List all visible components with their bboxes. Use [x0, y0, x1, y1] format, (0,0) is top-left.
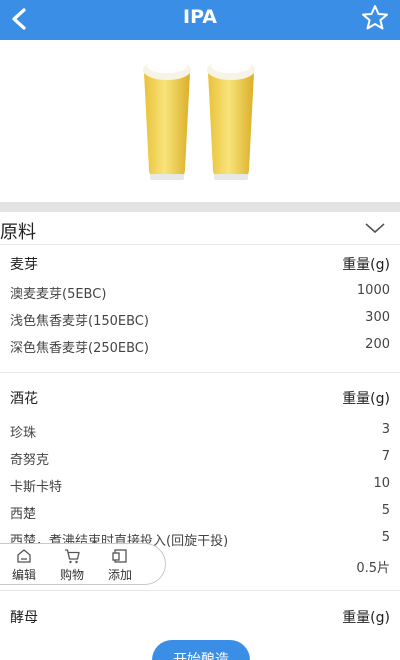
cart-icon	[65, 549, 80, 564]
list-item: 澳麦麦芽(5EBC) 1000	[10, 281, 390, 303]
item-value: 5	[381, 530, 390, 545]
yeast-title: 酵母	[10, 610, 38, 626]
edit-button[interactable]: 编辑	[6, 547, 42, 583]
add-note-icon	[112, 549, 127, 563]
add-button[interactable]: 添加	[102, 547, 138, 583]
ingredients-header[interactable]: 原料	[0, 214, 400, 244]
item-name: 奇努克	[10, 453, 50, 468]
beer-image-area	[0, 40, 400, 202]
ingredients-title: 原料	[0, 222, 36, 243]
list-item: 奇努克 7	[10, 447, 390, 469]
divider	[0, 244, 400, 245]
item-value: 3	[381, 422, 390, 437]
top-bar: IPA	[0, 0, 400, 40]
item-name: 浅色焦香麦芽(150EBC)	[10, 314, 149, 329]
item-name: 西楚	[10, 507, 37, 522]
list-item: 西楚 5	[10, 501, 390, 523]
item-value: 200	[365, 337, 390, 352]
hops-unit: 重量(g)	[342, 391, 390, 407]
floating-toolbar: 编辑 购物 添加	[0, 543, 166, 585]
divider	[0, 590, 400, 591]
start-brewing-button[interactable]: 开始酿造	[152, 640, 250, 660]
section-separator	[0, 202, 400, 212]
item-value: 10	[373, 476, 390, 491]
item-value: 5	[381, 503, 390, 518]
shop-button[interactable]: 购物	[54, 547, 90, 583]
item-value: 300	[365, 310, 390, 325]
item-name: 深色焦香麦芽(250EBC)	[10, 341, 149, 356]
divider	[0, 372, 400, 373]
item-name: 澳麦麦芽(5EBC)	[10, 287, 107, 302]
item-value: 7	[381, 449, 390, 464]
item-name: 卡斯卡特	[10, 480, 63, 495]
add-label: 添加	[107, 568, 132, 582]
shop-label: 购物	[59, 568, 84, 582]
item-value: 1000	[356, 283, 390, 298]
yeast-unit: 重量(g)	[342, 610, 390, 626]
list-item: 珍珠 3	[10, 420, 390, 442]
edit-icon	[17, 549, 31, 563]
page-title: IPA	[183, 6, 217, 28]
list-item: 深色焦香麦芽(250EBC) 200	[10, 335, 390, 357]
hops-header: 酒花 重量(g)	[10, 386, 390, 408]
malt-unit: 重量(g)	[342, 257, 390, 273]
malt-title: 麦芽	[10, 257, 38, 273]
beer-glasses-image	[143, 59, 255, 180]
favorite-star-icon[interactable]	[360, 3, 390, 33]
malt-header: 麦芽 重量(g)	[10, 252, 390, 274]
list-item: 浅色焦香麦芽(150EBC) 300	[10, 308, 390, 330]
item-value: 0.5片	[356, 561, 390, 576]
edit-label: 编辑	[11, 568, 36, 582]
hops-title: 酒花	[10, 391, 38, 407]
list-item: 卡斯卡特 10	[10, 474, 390, 496]
yeast-header: 酵母 重量(g)	[10, 605, 390, 627]
chevron-down-icon[interactable]	[364, 220, 386, 236]
item-name: 珍珠	[10, 426, 37, 441]
